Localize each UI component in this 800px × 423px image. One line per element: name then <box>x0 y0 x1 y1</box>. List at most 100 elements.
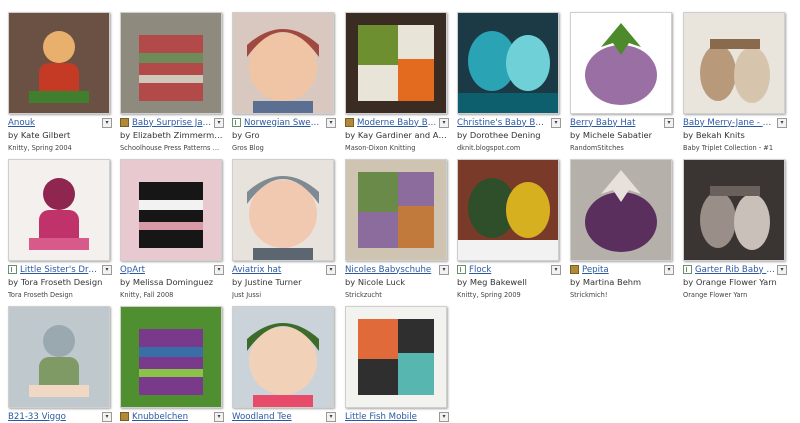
pattern-title-link[interactable]: Garter Rib Baby Blan… <box>695 265 775 275</box>
free-pattern-icon <box>457 265 466 274</box>
free-pattern-icon <box>683 265 692 274</box>
pattern-title-link[interactable]: Moderne Baby Blanket <box>357 118 437 128</box>
pattern-menu-button[interactable]: ▾ <box>214 117 224 128</box>
pattern-menu-button[interactable]: ▾ <box>214 411 224 422</box>
pattern-title-row: Little Fish Mobile ▾ <box>345 410 449 423</box>
pattern-title-row: Baby Merry-Jane - Booti… ▾ <box>683 116 787 129</box>
pattern-menu-button[interactable]: ▾ <box>551 264 561 275</box>
pattern-title-row: Nicoles Babyschuhe ▾ <box>345 263 449 276</box>
pattern-thumbnail[interactable] <box>457 12 559 114</box>
pattern-thumbnail[interactable] <box>457 159 559 261</box>
pattern-designer: by Gro <box>232 130 260 140</box>
pattern-source: Strickmich! <box>570 291 608 299</box>
pattern-menu-button[interactable]: ▾ <box>551 117 561 128</box>
pattern-title-row: Flock ▾ <box>457 263 561 276</box>
pattern-title-row: Baby Surprise Jacket ▾ <box>120 116 224 129</box>
pattern-title-row: OpArt ▾ <box>120 263 224 276</box>
pattern-thumbnail[interactable] <box>683 159 785 261</box>
pattern-thumbnail[interactable] <box>8 12 110 114</box>
pattern-designer: by Nicole Luck <box>345 277 406 287</box>
pattern-title-link[interactable]: Flock <box>469 265 549 275</box>
free-pattern-icon <box>8 265 17 274</box>
pattern-source: Knitty, Spring 2009 <box>457 291 521 299</box>
pattern-menu-button[interactable]: ▾ <box>777 264 787 275</box>
pattern-title-link[interactable]: Christine's Baby Booties <box>457 118 549 128</box>
pattern-title-row: Garter Rib Baby Blan… ▾ <box>683 263 787 276</box>
pattern-menu-button[interactable]: ▾ <box>777 117 787 128</box>
pattern-title-row: B21-33 Viggo ▾ <box>8 410 112 423</box>
pattern-menu-button[interactable]: ▾ <box>664 264 674 275</box>
pattern-title-row: Berry Baby Hat ▾ <box>570 116 674 129</box>
pattern-title-link[interactable]: Norwegian Sweet Ba… <box>244 118 324 128</box>
pattern-thumbnail[interactable] <box>570 159 672 261</box>
pattern-source: Knitty, Fall 2008 <box>120 291 174 299</box>
pattern-title-row: Norwegian Sweet Ba… ▾ <box>232 116 336 129</box>
pattern-thumbnail[interactable] <box>232 12 334 114</box>
pattern-menu-button[interactable]: ▾ <box>439 411 449 422</box>
pattern-thumbnail[interactable] <box>345 306 447 408</box>
pattern-designer: by Kay Gardiner and An… <box>345 130 449 140</box>
pattern-source: Baby Triplet Collection - #1 <box>683 144 774 152</box>
free-pattern-icon <box>232 118 241 127</box>
pattern-menu-button[interactable]: ▾ <box>664 117 674 128</box>
pattern-source: Mason-Dixon Knitting <box>345 144 416 152</box>
pattern-menu-button[interactable]: ▾ <box>102 264 112 275</box>
pattern-thumbnail[interactable] <box>120 306 222 408</box>
pattern-menu-button[interactable]: ▾ <box>214 264 224 275</box>
pattern-title-link[interactable]: Little Fish Mobile <box>345 412 437 422</box>
pattern-title-link[interactable]: Pepita <box>582 265 662 275</box>
pattern-title-link[interactable]: Little Sister's Dress (… <box>20 265 100 275</box>
pdf-download-icon[interactable] <box>120 118 129 127</box>
pattern-title-row: Woodland Tee ▾ <box>232 410 336 423</box>
pattern-title-link[interactable]: Woodland Tee <box>232 412 324 422</box>
pattern-menu-button[interactable]: ▾ <box>439 264 449 275</box>
pattern-thumbnail[interactable] <box>232 306 334 408</box>
pattern-title-row: Moderne Baby Blanket ▾ <box>345 116 449 129</box>
pattern-thumbnail[interactable] <box>232 159 334 261</box>
pattern-menu-button[interactable]: ▾ <box>439 117 449 128</box>
pattern-title-row: Pepita ▾ <box>570 263 674 276</box>
pattern-source: Just Jussi <box>232 291 262 299</box>
pattern-thumbnail[interactable] <box>345 12 447 114</box>
pattern-title-link[interactable]: B21-33 Viggo <box>8 412 100 422</box>
pattern-title-link[interactable]: Baby Surprise Jacket <box>132 118 212 128</box>
pattern-title-link[interactable]: Berry Baby Hat <box>570 118 662 128</box>
pattern-designer: by Melissa Dominguez <box>120 277 214 287</box>
pattern-title-row: Knubbelchen ▾ <box>120 410 224 423</box>
pattern-designer: by Martina Behm <box>570 277 642 287</box>
pattern-title-row: Anouk ▾ <box>8 116 112 129</box>
pattern-thumbnail[interactable] <box>120 159 222 261</box>
pattern-menu-button[interactable]: ▾ <box>102 411 112 422</box>
pattern-designer: by Kate Gilbert <box>8 130 71 140</box>
pattern-menu-button[interactable]: ▾ <box>326 264 336 275</box>
pattern-menu-button[interactable]: ▾ <box>102 117 112 128</box>
pattern-designer: by Michele Sabatier <box>570 130 653 140</box>
pattern-title-link[interactable]: OpArt <box>120 265 212 275</box>
pattern-title-link[interactable]: Anouk <box>8 118 100 128</box>
pattern-thumbnail[interactable] <box>683 12 785 114</box>
pattern-title-link[interactable]: Aviatrix hat <box>232 265 324 275</box>
pattern-title-row: Christine's Baby Booties ▾ <box>457 116 561 129</box>
pattern-designer: by Dorothee Dening <box>457 130 541 140</box>
pattern-designer: by Bekah Knits <box>683 130 745 140</box>
pdf-download-icon[interactable] <box>570 265 579 274</box>
pattern-designer: by Justine Turner <box>232 277 302 287</box>
pattern-menu-button[interactable]: ▾ <box>326 117 336 128</box>
pattern-source: Knitty, Spring 2004 <box>8 144 72 152</box>
pattern-title-row: Aviatrix hat ▾ <box>232 263 336 276</box>
pdf-download-icon[interactable] <box>345 118 354 127</box>
pattern-thumbnail[interactable] <box>345 159 447 261</box>
pattern-thumbnail[interactable] <box>8 306 110 408</box>
pattern-title-link[interactable]: Knubbelchen <box>132 412 212 422</box>
pattern-title-link[interactable]: Baby Merry-Jane - Booti… <box>683 118 775 128</box>
pattern-source: RandomStitches <box>570 144 624 152</box>
pattern-thumbnail[interactable] <box>8 159 110 261</box>
pattern-source: Schoolhouse Press Patterns … <box>120 144 220 152</box>
pattern-designer: by Tora Froseth Design <box>8 277 103 287</box>
pattern-thumbnail[interactable] <box>570 12 672 114</box>
pattern-designer: by Elizabeth Zimmerma… <box>120 130 224 140</box>
pattern-thumbnail[interactable] <box>120 12 222 114</box>
pattern-source: Orange Flower Yarn <box>683 291 748 299</box>
pattern-menu-button[interactable]: ▾ <box>326 411 336 422</box>
pattern-title-link[interactable]: Nicoles Babyschuhe <box>345 265 437 275</box>
